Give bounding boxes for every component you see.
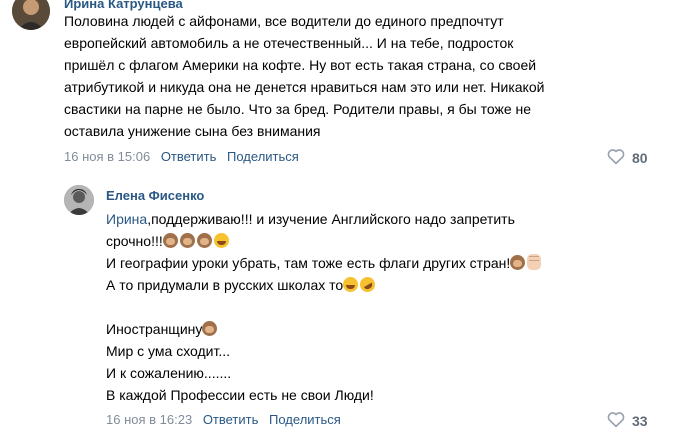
face-with-tears-of-joy-icon [213, 233, 229, 248]
see-no-evil-monkey-icon [179, 233, 195, 248]
like-count: 80 [632, 149, 648, 166]
comment-date[interactable]: 16 ноя в 16:23 [106, 412, 192, 427]
comment-text-line: В каждой Профессии есть не свои Люди! [106, 387, 374, 403]
comment-meta: 16 ноя в 16:23 Ответить Поделиться [106, 412, 341, 427]
mention-link[interactable]: Ирина [106, 211, 147, 227]
comment-text-fragment: А то придумали в русских школах то [106, 277, 344, 293]
comment-text-fragment: ,поддерживаю!!! и изучение Английского н… [147, 211, 515, 227]
comment-text-line: Ирина,поддерживаю!!! и изучение Английск… [106, 208, 515, 230]
comment-text-line: Мир с ума сходит... [106, 343, 231, 359]
avatar[interactable] [12, 0, 50, 30]
comment-text-line: европейский автомобиль а не отечественны… [64, 35, 514, 51]
heart-icon [606, 147, 626, 168]
like-count: 33 [632, 412, 648, 429]
comment-text-line: пришёл с флагом Америки на кофте. Ну вот… [64, 57, 537, 73]
comment-text-line: А то придумали в русских школах то [106, 274, 378, 296]
comment-text-line: оставила унижение сына без внимания [64, 123, 321, 139]
reply-button[interactable]: Ответить [203, 412, 259, 427]
comment-text-line: Половина людей с айфонами, все водители … [64, 13, 504, 29]
comment-text-line: И к сожалению....... [106, 365, 232, 381]
comment-author[interactable]: Елена Фисенко [106, 188, 204, 203]
comment-text-fragment: срочно!!! [106, 233, 163, 249]
see-no-evil-monkey-icon [202, 321, 218, 336]
comment-meta: 16 ноя в 15:06 Ответить Поделиться [64, 149, 299, 164]
heart-icon [606, 410, 626, 431]
avatar[interactable] [64, 185, 94, 215]
share-button[interactable]: Поделиться [227, 149, 299, 164]
comment-date[interactable]: 16 ноя в 15:06 [64, 149, 150, 164]
comment-text-line: свастики на парне не было. Что за бред. … [64, 101, 532, 117]
like-button[interactable]: 80 [606, 147, 648, 168]
see-no-evil-monkey-icon [196, 233, 212, 248]
face-with-tears-of-joy-icon [343, 277, 359, 292]
share-button[interactable]: Поделиться [269, 412, 341, 427]
see-no-evil-monkey-icon [162, 233, 178, 248]
rolling-on-floor-laughing-icon [357, 274, 378, 295]
comment-text-line: И географии уроки убрать, там тоже есть … [106, 252, 543, 274]
comment: Ирина Катрунцева Половина людей с айфона… [0, 0, 683, 175]
see-no-evil-monkey-icon [510, 255, 526, 270]
like-button[interactable]: 33 [606, 410, 648, 431]
comment-text-fragment: И географии уроки убрать, там тоже есть … [106, 255, 511, 271]
comment-text-line: Иностранщину [106, 318, 219, 340]
reply-button[interactable]: Ответить [161, 149, 217, 164]
reply-comment: Елена Фисенко Ирина,поддерживаю!!! и изу… [0, 175, 683, 435]
comment-text-fragment: Иностранщину [106, 321, 203, 337]
raised-fist-icon [527, 254, 542, 270]
comment-text-line: срочно!!! [106, 230, 231, 252]
comment-text-line: атрибутикой и никуда она не денется нрав… [64, 79, 545, 95]
